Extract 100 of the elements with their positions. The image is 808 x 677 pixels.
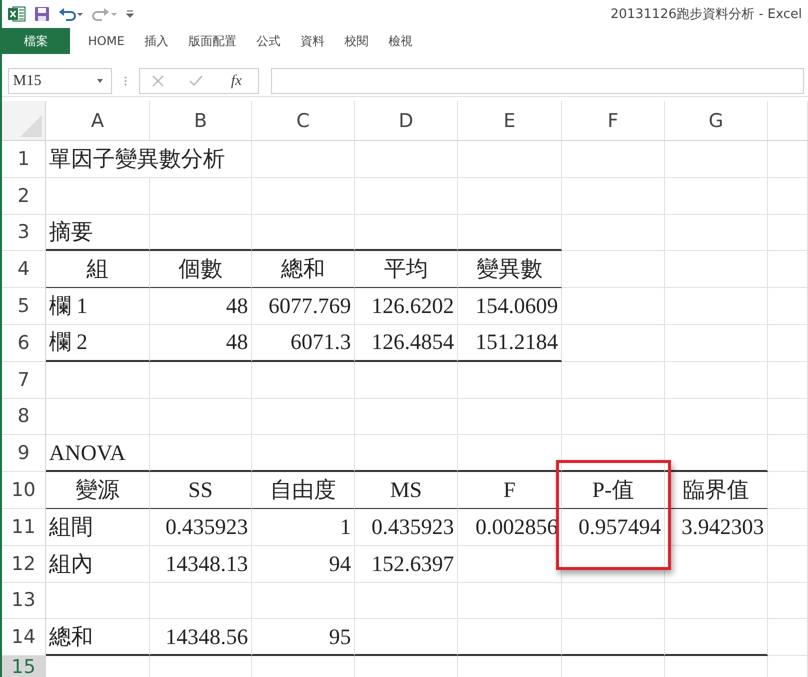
table-cell[interactable] [46, 362, 150, 399]
table-cell[interactable] [562, 141, 665, 178]
table-cell[interactable]: 14348.56 [150, 619, 252, 656]
row-header[interactable]: 11 [2, 508, 46, 546]
row-header[interactable]: 1 [2, 141, 46, 178]
column-header[interactable]: C [252, 101, 355, 141]
table-cell[interactable]: 總和 [252, 251, 355, 288]
table-cell[interactable] [768, 508, 808, 546]
table-cell[interactable] [562, 362, 665, 399]
table-cell[interactable]: 14348.13 [150, 546, 252, 583]
table-cell[interactable] [355, 619, 458, 656]
table-cell[interactable] [768, 398, 808, 436]
formula-input[interactable] [271, 68, 804, 94]
table-cell[interactable] [665, 435, 768, 472]
row-header[interactable]: 4 [2, 251, 46, 288]
table-cell[interactable] [665, 582, 768, 620]
table-cell[interactable] [768, 435, 808, 472]
table-cell[interactable]: 154.0609 [458, 288, 562, 325]
table-cell[interactable] [768, 582, 808, 620]
ribbon-tab[interactable]: 版面配置 [178, 28, 246, 54]
table-cell[interactable]: 48 [150, 324, 252, 362]
table-cell[interactable] [150, 398, 252, 436]
row-header[interactable]: 15 [2, 656, 46, 677]
table-cell[interactable]: 組間 [46, 508, 150, 546]
column-header[interactable]: D [355, 101, 458, 141]
table-cell[interactable] [355, 362, 458, 399]
table-cell[interactable] [562, 398, 665, 436]
row-header[interactable]: 7 [2, 362, 46, 399]
table-cell[interactable]: 單因子變異數分析 [46, 141, 252, 178]
table-cell[interactable] [46, 582, 150, 620]
table-cell[interactable] [562, 582, 665, 620]
table-cell[interactable]: 48 [150, 288, 252, 325]
table-cell[interactable] [252, 178, 355, 215]
table-cell[interactable] [355, 582, 458, 620]
table-cell[interactable] [768, 214, 808, 252]
column-header[interactable] [768, 101, 808, 141]
table-cell[interactable] [458, 178, 562, 215]
table-cell[interactable] [768, 251, 808, 288]
table-cell[interactable]: 總和 [46, 619, 150, 656]
table-cell[interactable]: 151.2184 [458, 324, 562, 362]
table-cell[interactable]: 6071.3 [252, 324, 355, 362]
table-cell[interactable]: 0.435923 [355, 508, 458, 546]
table-cell[interactable] [665, 619, 768, 656]
table-cell[interactable]: 變異數 [458, 251, 562, 288]
row-header[interactable]: 8 [2, 398, 46, 436]
table-cell[interactable] [150, 178, 252, 215]
table-cell[interactable]: 組 [46, 251, 150, 288]
table-cell[interactable]: ANOVA [46, 435, 150, 472]
name-box[interactable]: M15 [8, 68, 112, 94]
ribbon-tab[interactable]: 公式 [246, 28, 290, 54]
table-cell[interactable]: 變源 [46, 472, 150, 509]
table-cell[interactable] [458, 362, 562, 399]
table-cell[interactable]: 0.002856 [458, 508, 562, 546]
table-cell[interactable] [665, 362, 768, 399]
table-cell[interactable] [665, 178, 768, 215]
ribbon-tab[interactable]: 檢視 [378, 28, 422, 54]
table-cell[interactable]: 摘要 [46, 214, 150, 252]
table-cell[interactable] [665, 546, 768, 583]
table-cell[interactable] [665, 398, 768, 436]
enter-icon[interactable] [188, 75, 203, 87]
table-cell[interactable] [562, 435, 665, 472]
table-cell[interactable] [562, 324, 665, 362]
insert-function-button[interactable]: fx [226, 72, 246, 90]
row-header[interactable]: 3 [2, 214, 46, 252]
row-header[interactable]: 12 [2, 546, 46, 583]
table-cell[interactable] [768, 472, 808, 509]
ribbon-tab[interactable]: HOME [78, 28, 134, 54]
column-header[interactable]: F [562, 101, 665, 141]
table-cell[interactable] [46, 178, 150, 215]
table-cell[interactable] [458, 546, 562, 583]
table-cell[interactable]: 自由度 [252, 472, 355, 509]
ribbon-tab[interactable]: 校閱 [334, 28, 378, 54]
table-cell[interactable] [355, 435, 458, 472]
table-cell[interactable] [562, 288, 665, 325]
table-cell[interactable] [252, 398, 355, 436]
save-icon[interactable] [34, 6, 50, 22]
table-cell[interactable] [252, 435, 355, 472]
ribbon-tab[interactable]: 檔案 [2, 28, 70, 54]
table-cell[interactable] [458, 214, 562, 252]
table-cell[interactable] [768, 324, 808, 362]
table-cell[interactable] [458, 619, 562, 656]
table-cell[interactable] [562, 251, 665, 288]
table-cell[interactable] [768, 141, 808, 178]
table-cell[interactable] [768, 178, 808, 215]
table-cell[interactable] [665, 251, 768, 288]
table-cell[interactable] [150, 435, 252, 472]
table-cell[interactable] [768, 546, 808, 583]
table-cell[interactable] [768, 362, 808, 399]
table-cell[interactable] [768, 288, 808, 325]
table-cell[interactable]: 0.435923 [150, 508, 252, 546]
column-header[interactable]: B [150, 101, 252, 141]
customize-toolbar-icon[interactable] [126, 10, 134, 18]
column-header[interactable]: A [46, 101, 150, 141]
ribbon-tab[interactable]: 資料 [290, 28, 334, 54]
column-header[interactable]: G [665, 101, 768, 141]
table-cell[interactable]: 平均 [355, 251, 458, 288]
table-cell[interactable]: 0.957494 [562, 508, 665, 546]
table-cell[interactable]: 個數 [150, 251, 252, 288]
table-cell[interactable] [562, 178, 665, 215]
table-cell[interactable]: 1 [252, 508, 355, 546]
